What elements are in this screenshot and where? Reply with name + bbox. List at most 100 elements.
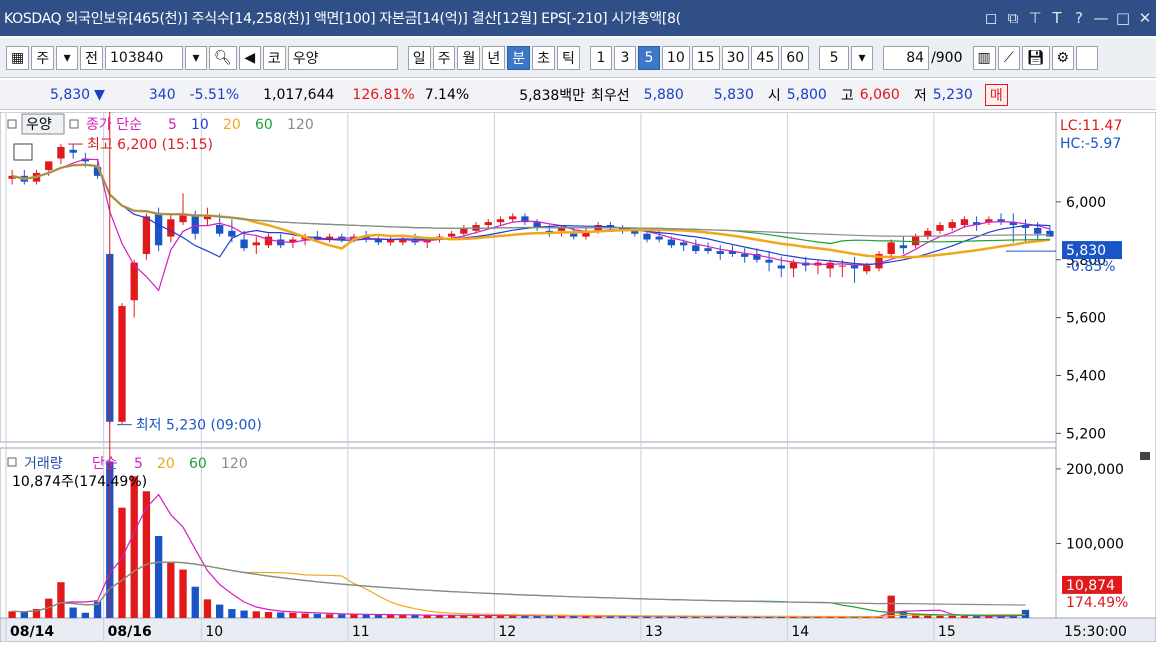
candle-body	[765, 259, 773, 263]
current-price: 5,830	[50, 86, 91, 103]
code-dropdown-icon[interactable]: ▾	[185, 45, 208, 70]
popout-icon[interactable]: ⧉	[1002, 9, 1024, 27]
period-tab-2[interactable]: 월	[457, 45, 481, 70]
stock-name-tag: 우양	[26, 117, 52, 133]
hc-label: HC:-5.97	[1060, 136, 1121, 152]
interval-60-button[interactable]: 60	[781, 45, 810, 70]
price-legend-label: 종가 단순	[86, 117, 142, 133]
ma-legend-5: 5	[168, 117, 177, 133]
x-tick-label: 12	[498, 624, 516, 640]
turnover-rate: 7.14%	[424, 86, 470, 103]
gear-icon[interactable]: ⚙	[1051, 45, 1075, 70]
volume-bar	[386, 615, 395, 618]
layout-icon[interactable]: ▦	[6, 45, 30, 70]
high-price: 6,060	[859, 86, 900, 103]
candle-body	[692, 245, 700, 252]
change-percent: -5.51%	[189, 86, 240, 103]
period-tab-3[interactable]: 년	[482, 45, 506, 70]
candle-body	[1034, 227, 1042, 234]
pin-icon[interactable]: ⊤	[1024, 9, 1046, 27]
volume-bar	[277, 612, 285, 618]
interval-10-button[interactable]: 10	[661, 45, 690, 70]
volume-bar	[130, 476, 138, 618]
price-change: 340	[148, 86, 176, 103]
interval-15-button[interactable]: 15	[691, 45, 720, 70]
candle-body	[899, 245, 908, 249]
stock-name-field[interactable]: 우양	[287, 45, 398, 70]
x-tick-label: 08/16	[108, 624, 152, 640]
font-icon[interactable]: T	[1046, 9, 1068, 27]
candle-body	[838, 265, 846, 267]
period-tab-1[interactable]: 주	[432, 45, 456, 70]
vol-y-tick-label: 100,000	[1066, 536, 1124, 552]
minimize-icon[interactable]: —	[1090, 9, 1112, 27]
volume-ratio: 126.81%	[352, 86, 415, 103]
x-axis-panel	[0, 617, 1156, 643]
chevron-down-icon[interactable]: ▾	[56, 45, 79, 70]
stock-code-input[interactable]: 103840	[105, 45, 184, 70]
save-icon[interactable]: 💾︎	[1021, 45, 1050, 70]
market-button[interactable]: 코	[262, 45, 286, 70]
volume-value: 1,017,644	[263, 86, 335, 103]
period-tab-4[interactable]: 분	[507, 45, 531, 70]
ma-legend-120: 120	[287, 117, 314, 133]
open-price: 5,800	[786, 86, 827, 103]
x-tick-label: 13	[645, 624, 663, 640]
interval-dropdown-icon[interactable]: ▾	[851, 45, 874, 70]
trade-button[interactable]: 매	[984, 83, 1008, 106]
volume-bar	[313, 613, 321, 618]
candle-body	[1046, 230, 1054, 237]
candle-body	[716, 251, 724, 254]
all-button[interactable]: 전	[80, 45, 104, 70]
speaker-icon[interactable]: ◀	[238, 45, 261, 70]
period-tab-6[interactable]: 틱	[557, 45, 580, 70]
type-select[interactable]: 주	[31, 45, 55, 70]
interval-3-button[interactable]: 3	[613, 45, 636, 70]
candle-body	[789, 262, 798, 269]
maximize-icon[interactable]: □	[1112, 9, 1134, 27]
period-tab-5[interactable]: 초	[532, 45, 556, 70]
search-icon[interactable]: 🔍︎	[209, 45, 237, 70]
interval-5-button[interactable]: 5	[637, 45, 660, 70]
candle-body	[264, 236, 273, 246]
volume-bar	[81, 612, 90, 618]
volume-bar	[289, 612, 297, 618]
volume-bar	[216, 604, 224, 618]
candle-body	[863, 265, 871, 272]
last-volume-label: 10,874	[1066, 578, 1115, 594]
high-annotation: 최고 6,200 (15:15)	[87, 137, 213, 153]
vol-ma-legend-60: 60	[189, 456, 207, 472]
grid-table-icon	[13, 143, 33, 161]
candle-body	[240, 239, 248, 249]
candle-body	[643, 233, 651, 240]
volume-bar	[350, 614, 358, 618]
count-input[interactable]: 84	[883, 45, 930, 70]
volume-bar	[887, 595, 895, 618]
last-price-label: 5,830	[1066, 243, 1106, 259]
vol-ma-legend-120: 120	[221, 456, 248, 472]
restore-icon[interactable]: ◻	[980, 9, 1002, 27]
checkbox[interactable]	[1076, 45, 1099, 70]
volume-bar	[167, 562, 175, 618]
ma-legend-60: 60	[255, 117, 273, 133]
candle-body	[704, 248, 712, 252]
ma-legend-20: 20	[223, 117, 241, 133]
interval-30-button[interactable]: 30	[721, 45, 750, 70]
chart-area: 08/14 08/16 10 11 12 13 14 15 15:30:00 6,000 5,800…	[0, 111, 1156, 643]
candle-body	[936, 225, 944, 231]
help-icon[interactable]: ?	[1068, 9, 1090, 27]
period-tab-0[interactable]: 일	[407, 45, 431, 70]
vol-y-tick-label: 200,000	[1066, 462, 1124, 478]
low-price: 5,230	[932, 86, 973, 103]
low-annotation: 최저 5,230 (09:00)	[136, 418, 262, 434]
interval-45-button[interactable]: 45	[751, 45, 780, 70]
candle-body	[570, 233, 578, 237]
line-tool-icon[interactable]: ⟋	[997, 45, 1020, 70]
interval-select[interactable]: 5	[819, 45, 850, 70]
volume-bar	[69, 607, 77, 618]
interval-1-button[interactable]: 1	[589, 45, 612, 70]
close-icon[interactable]: ✕	[1134, 9, 1156, 27]
volume-bar	[252, 611, 260, 618]
vol-pane-close-icon	[1140, 452, 1150, 460]
chart-type-icon[interactable]: ▥	[972, 45, 996, 70]
